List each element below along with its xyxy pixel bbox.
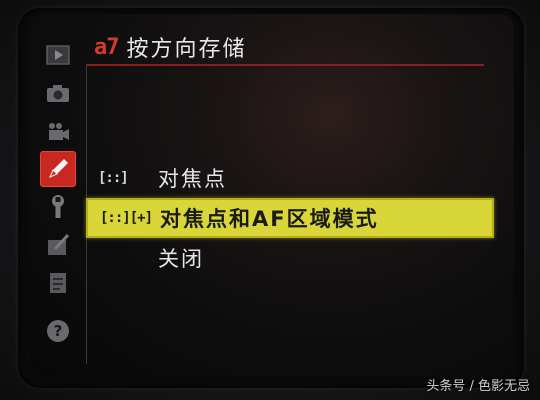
setup-menu-tab[interactable] <box>41 190 75 224</box>
help-tab[interactable]: ? <box>41 314 75 348</box>
shooting-menu-tab[interactable] <box>41 76 75 110</box>
retouch-icon <box>48 233 70 255</box>
retouch-menu-tab[interactable] <box>41 228 75 262</box>
option-list: [::] 对焦点 [::][+] 对焦点和AF区域模式 关闭 <box>86 160 494 278</box>
option-focus-point[interactable]: [::] 对焦点 <box>86 160 494 196</box>
my-menu-icon <box>50 273 66 293</box>
option-label: 对焦点 <box>158 167 227 191</box>
pencil-icon <box>49 159 68 178</box>
help-icon: ? <box>47 320 69 342</box>
option-label: 关闭 <box>158 247 204 271</box>
option-label: 对焦点和AF区域模式 <box>160 207 379 231</box>
focus-point-af-area-icon: [::][+] <box>100 210 153 226</box>
camera-body: a7 按方向存储 ? [::] 对焦点 [::][+] 对焦点和AF区域模式 关… <box>0 0 540 400</box>
lcd-screen: a7 按方向存储 ? [::] 对焦点 [::][+] 对焦点和AF区域模式 关… <box>30 14 514 376</box>
menu-title: a7 按方向存储 <box>94 30 247 64</box>
svg-text:?: ? <box>54 322 63 340</box>
custom-settings-tab[interactable] <box>41 152 75 186</box>
menu-title-text: 按方向存储 <box>126 37 247 62</box>
playback-menu-tab[interactable] <box>41 38 75 72</box>
option-off[interactable]: 关闭 <box>86 240 494 276</box>
camera-icon <box>47 85 69 102</box>
play-icon <box>46 45 70 65</box>
menu-sidebar: ? <box>30 38 86 364</box>
my-menu-tab[interactable] <box>41 266 75 300</box>
movie-menu-tab[interactable] <box>41 114 75 148</box>
movie-camera-icon <box>49 123 69 140</box>
watermark: 头条号 / 色影无忌 <box>426 379 530 394</box>
wrench-icon <box>52 195 64 218</box>
focus-point-icon: [::] <box>98 170 129 186</box>
option-focus-point-and-af-area[interactable]: [::][+] 对焦点和AF区域模式 <box>86 198 494 238</box>
menu-code: a7 <box>94 34 119 60</box>
